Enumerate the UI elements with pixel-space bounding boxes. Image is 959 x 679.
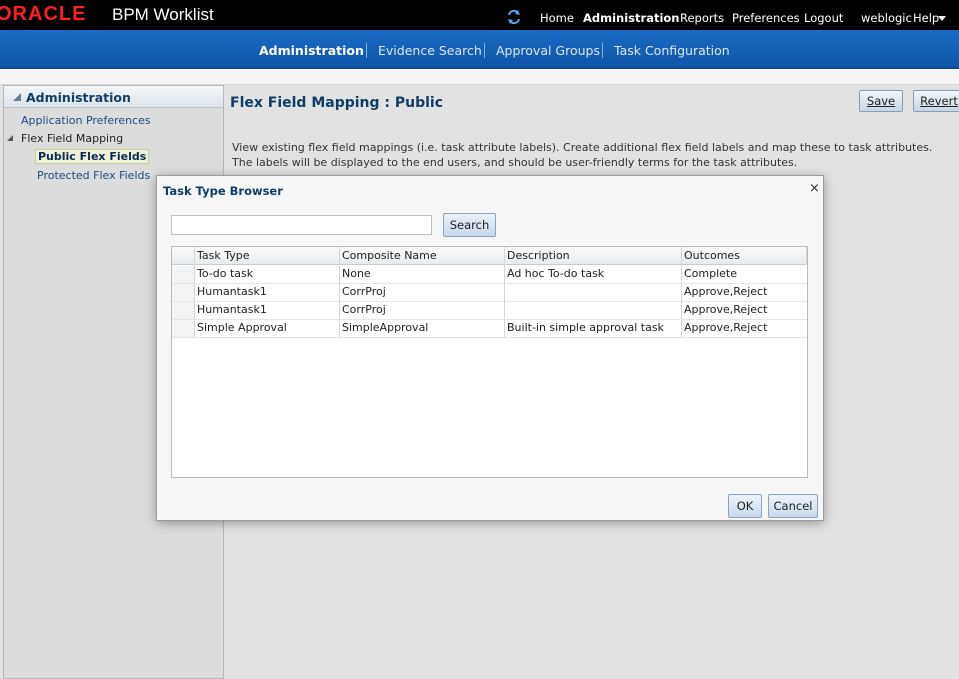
- nav-public-flex-fields[interactable]: Public Flex Fields: [35, 149, 150, 164]
- cell-composite-name: None: [342, 267, 371, 280]
- cell-task-type: Humantask1: [197, 285, 267, 298]
- oracle-logo: ORACLE: [0, 3, 87, 25]
- tab-separator: [366, 43, 367, 58]
- description-line-1: View existing flex field mappings (i.e. …: [232, 141, 933, 154]
- description-line-2: The labels will be displayed to the end …: [232, 156, 798, 169]
- top-header-bar: ORACLE BPM Worklist Home Administration …: [0, 0, 959, 30]
- nav-application-preferences[interactable]: Application Preferences: [21, 114, 151, 127]
- dialog-title: Task Type Browser: [163, 184, 283, 198]
- cell-task-type: Simple Approval: [197, 321, 287, 334]
- cell-composite-name: CorrProj: [342, 285, 386, 298]
- cell-description: Built-in simple approval task: [507, 321, 664, 334]
- collapse-triangle-icon[interactable]: [13, 93, 21, 101]
- tab-evidence-search[interactable]: Evidence Search: [378, 43, 482, 58]
- column-header-outcomes[interactable]: Outcomes: [681, 247, 740, 265]
- tab-separator: [602, 43, 603, 58]
- cell-description: Ad hoc To-do task: [507, 267, 605, 280]
- task-type-table: Task Type Composite Name Description Out…: [171, 246, 808, 478]
- cell-task-type: Humantask1: [197, 303, 267, 316]
- left-panel-title: Administration: [26, 90, 131, 105]
- task-type-browser-dialog: Task Type Browser × Search Task Type Com…: [156, 175, 824, 521]
- tab-separator: [484, 43, 485, 58]
- page-top-strip: [0, 70, 959, 85]
- column-header-description[interactable]: Description: [504, 247, 570, 265]
- refresh-icon[interactable]: [506, 9, 522, 25]
- save-button[interactable]: Save: [859, 90, 903, 112]
- nav-preferences-link[interactable]: Preferences: [732, 11, 800, 25]
- tab-task-configuration[interactable]: Task Configuration: [614, 43, 730, 58]
- revert-button[interactable]: Revert: [913, 90, 959, 112]
- column-header-task-type[interactable]: Task Type: [194, 247, 250, 265]
- cell-composite-name: SimpleApproval: [342, 321, 429, 334]
- row-divider: [172, 337, 807, 338]
- tab-approval-groups[interactable]: Approval Groups: [496, 43, 600, 58]
- admin-tab-bar: Administration Evidence Search Approval …: [0, 30, 959, 69]
- cell-outcomes: Approve,Reject: [684, 285, 768, 298]
- column-header-composite-name[interactable]: Composite Name: [339, 247, 437, 265]
- help-menu[interactable]: Help: [913, 11, 939, 25]
- ok-button[interactable]: OK: [728, 494, 762, 518]
- nav-administration-link[interactable]: Administration: [583, 11, 680, 25]
- nav-protected-flex-fields[interactable]: Protected Flex Fields: [37, 169, 150, 182]
- expand-triangle-icon[interactable]: [7, 135, 13, 141]
- cell-description: [504, 301, 507, 319]
- page-title: Flex Field Mapping : Public: [230, 95, 444, 111]
- cell-outcomes: Approve,Reject: [684, 303, 768, 316]
- nav-flex-field-mapping[interactable]: Flex Field Mapping: [21, 132, 123, 145]
- cell-description: [504, 283, 507, 301]
- cell-outcomes: Complete: [684, 267, 738, 280]
- nav-home-link[interactable]: Home: [540, 11, 574, 25]
- column-divider: [806, 247, 807, 265]
- cell-composite-name: CorrProj: [342, 303, 386, 316]
- app-title: BPM Worklist: [112, 5, 214, 24]
- left-panel-header[interactable]: Administration: [4, 86, 223, 108]
- nav-logout-link[interactable]: Logout: [804, 11, 843, 25]
- cancel-button[interactable]: Cancel: [768, 494, 818, 518]
- nav-reports-link[interactable]: Reports: [680, 11, 724, 25]
- search-input[interactable]: [171, 215, 432, 235]
- close-icon[interactable]: ×: [809, 182, 820, 195]
- cell-task-type: To-do task: [197, 267, 254, 280]
- row-selector-column: [172, 266, 195, 338]
- search-button[interactable]: Search: [443, 213, 496, 237]
- user-name: weblogic: [861, 11, 912, 25]
- chevron-down-icon[interactable]: [938, 16, 946, 21]
- cell-outcomes: Approve,Reject: [684, 321, 768, 334]
- tab-administration[interactable]: Administration: [259, 43, 364, 58]
